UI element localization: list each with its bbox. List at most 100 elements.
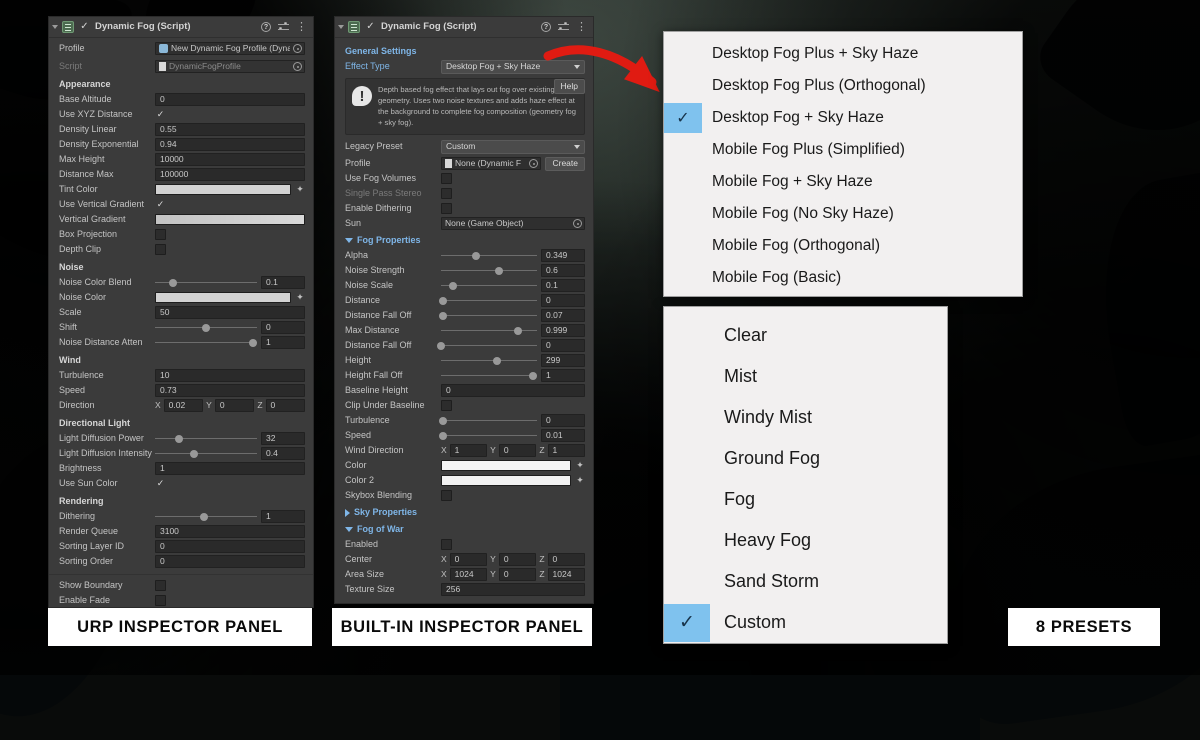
row-enable-dithering[interactable]: Enable Dithering <box>335 201 593 216</box>
slider-value[interactable]: 0.999 <box>541 324 585 337</box>
checkbox[interactable]: ✓ <box>155 478 166 489</box>
row-turbulence[interactable]: Turbulence 10 <box>49 368 313 383</box>
menu-item[interactable]: Desktop Fog Plus + Sky Haze <box>664 38 1022 70</box>
slider-value[interactable]: 299 <box>541 354 585 367</box>
slider[interactable] <box>438 295 537 306</box>
slider-knob[interactable] <box>494 266 503 275</box>
text-field[interactable]: 0 <box>155 555 305 568</box>
menu-item[interactable]: Mobile Fog (No Sky Haze) <box>664 198 1022 230</box>
preset-icon[interactable] <box>278 22 289 32</box>
row-use-xyz-distance[interactable]: Use XYZ Distance ✓ <box>49 107 313 122</box>
help-icon[interactable]: ? <box>261 22 271 32</box>
legacy-preset-dropdown[interactable]: Custom <box>441 139 585 154</box>
row-enable-fade[interactable]: Enable Fade <box>49 593 313 607</box>
menu-item[interactable]: Windy Mist <box>664 397 947 438</box>
row-clip-under-baseline[interactable]: Clip Under Baseline <box>335 398 593 413</box>
axis-y-value[interactable]: 0 <box>498 553 537 566</box>
menu-item[interactable]: Mobile Fog Plus (Simplified) <box>664 134 1022 166</box>
sky-properties-foldout[interactable]: Sky Properties <box>335 503 593 520</box>
checkbox[interactable]: ✓ <box>155 109 166 120</box>
menu-item[interactable]: Desktop Fog Plus (Orthogonal) <box>664 70 1022 102</box>
row-legacy-preset[interactable]: Legacy Preset Custom <box>335 139 593 154</box>
slider-value[interactable]: 0.1 <box>541 279 585 292</box>
text-field[interactable]: 100000 <box>155 168 305 181</box>
row-distance-fall-off[interactable]: Distance Fall Off 0.07 <box>335 308 593 323</box>
text-field[interactable]: 0 <box>155 93 305 106</box>
menu-item[interactable]: Fog <box>664 479 947 520</box>
axis-z-value[interactable]: 0 <box>265 399 305 412</box>
gradient-swatch[interactable] <box>155 214 305 225</box>
row-color[interactable]: Color ✦ <box>335 458 593 473</box>
profile-object-field[interactable]: New Dynamic Fog Profile (Dynar <box>155 42 305 55</box>
slider[interactable] <box>155 337 257 348</box>
row-speed[interactable]: Speed 0.73 <box>49 383 313 398</box>
color-swatch[interactable] <box>441 460 571 471</box>
checkbox[interactable] <box>441 400 452 411</box>
row-vertical-gradient[interactable]: Vertical Gradient <box>49 212 313 227</box>
row-sorting-order[interactable]: Sorting Order 0 <box>49 554 313 569</box>
slider[interactable] <box>155 433 257 444</box>
checkbox[interactable] <box>155 595 166 606</box>
row-noise-strength[interactable]: Noise Strength 0.6 <box>335 263 593 278</box>
vector3-field[interactable]: X 1024 Y 0 Z 1024 <box>441 568 585 581</box>
row-render-queue[interactable]: Render Queue 3100 <box>49 524 313 539</box>
slider[interactable] <box>437 340 537 351</box>
row-color-2[interactable]: Color 2 ✦ <box>335 473 593 488</box>
vector3-field[interactable]: X0Y0Z0 <box>441 553 585 566</box>
slider-knob[interactable] <box>513 326 522 335</box>
slider-knob[interactable] <box>492 356 501 365</box>
vector3-field[interactable]: X 0.02 Y 0 Z 0 <box>155 399 305 412</box>
row-center[interactable]: Center X 0 Y 0 Z 0 <box>335 552 593 567</box>
row-baseline-height[interactable]: Baseline Height 0 <box>335 383 593 398</box>
text-field[interactable]: 1 <box>155 462 305 475</box>
row-profile[interactable]: Profile None (Dynamic F Create <box>335 156 593 171</box>
axis-y-value[interactable]: 0 <box>498 568 537 581</box>
slider[interactable] <box>438 310 537 321</box>
foldout-triangle-icon[interactable] <box>338 25 344 29</box>
row-profile[interactable]: Profile New Dynamic Fog Profile (Dynar <box>49 41 313 56</box>
slider[interactable] <box>155 277 257 288</box>
checkbox[interactable] <box>155 229 166 240</box>
text-field[interactable]: 10 <box>155 369 305 382</box>
slider-knob[interactable] <box>169 278 178 287</box>
create-profile-button[interactable]: Create <box>545 156 585 171</box>
slider-knob[interactable] <box>438 431 447 440</box>
slider-knob[interactable] <box>529 371 538 380</box>
row-sorting-layer-id[interactable]: Sorting Layer ID 0 <box>49 539 313 554</box>
checkbox[interactable] <box>441 188 452 199</box>
text-field[interactable]: 0.55 <box>155 123 305 136</box>
component-enabled-checkbox[interactable]: ✓ <box>365 22 376 33</box>
row-height[interactable]: Height 299 <box>335 353 593 368</box>
row-max-distance[interactable]: Max Distance 0.999 <box>335 323 593 338</box>
checkbox[interactable] <box>155 580 166 591</box>
slider-knob[interactable] <box>438 311 447 320</box>
slider[interactable] <box>441 370 538 381</box>
row-sun[interactable]: Sun None (Game Object) <box>335 216 593 231</box>
row-texture-size[interactable]: Texture Size 256 <box>335 582 593 597</box>
slider-value[interactable]: 0 <box>261 321 305 334</box>
text-field[interactable]: 0 <box>441 384 585 397</box>
fog-properties-foldout[interactable]: Fog Properties <box>335 231 593 248</box>
object-picker-icon[interactable] <box>529 159 539 168</box>
slider[interactable] <box>438 430 537 441</box>
axis-y-value[interactable]: 0 <box>498 444 537 457</box>
row-wind-direction[interactable]: Wind Direction X 1 Y 0 Z 1 <box>335 443 593 458</box>
row-density-exponential[interactable]: Density Exponential 0.94 <box>49 137 313 152</box>
context-menu-icon[interactable]: ⋮ <box>296 22 307 33</box>
slider-knob[interactable] <box>448 281 457 290</box>
row-turbulence[interactable]: Turbulence 0 <box>335 413 593 428</box>
color-swatch[interactable] <box>155 292 291 303</box>
menu-item[interactable]: Mist <box>664 356 947 397</box>
row-noise-color[interactable]: Noise Color ✦ <box>49 290 313 305</box>
eyedropper-icon[interactable]: ✦ <box>575 460 585 471</box>
axis-x-value[interactable]: 0.02 <box>163 399 204 412</box>
fog-of-war-foldout[interactable]: Fog of War <box>335 520 593 537</box>
preset-dropdown-menu[interactable]: Clear Mist Windy Mist Ground Fog Fog Heavy Fo… <box>663 306 948 644</box>
urp-inspector-panel[interactable]: ✓ Dynamic Fog (Script) ? ⋮ Profile New D… <box>48 16 314 608</box>
slider-knob[interactable] <box>189 449 198 458</box>
row-distance[interactable]: Distance 0 <box>335 293 593 308</box>
row-speed[interactable]: Speed 0.01 <box>335 428 593 443</box>
vector3-field[interactable]: X1Y0Z1 <box>441 444 585 457</box>
row-brightness[interactable]: Brightness 1 <box>49 461 313 476</box>
row-direction[interactable]: Direction X 0.02 Y 0 Z 0 <box>49 398 313 413</box>
